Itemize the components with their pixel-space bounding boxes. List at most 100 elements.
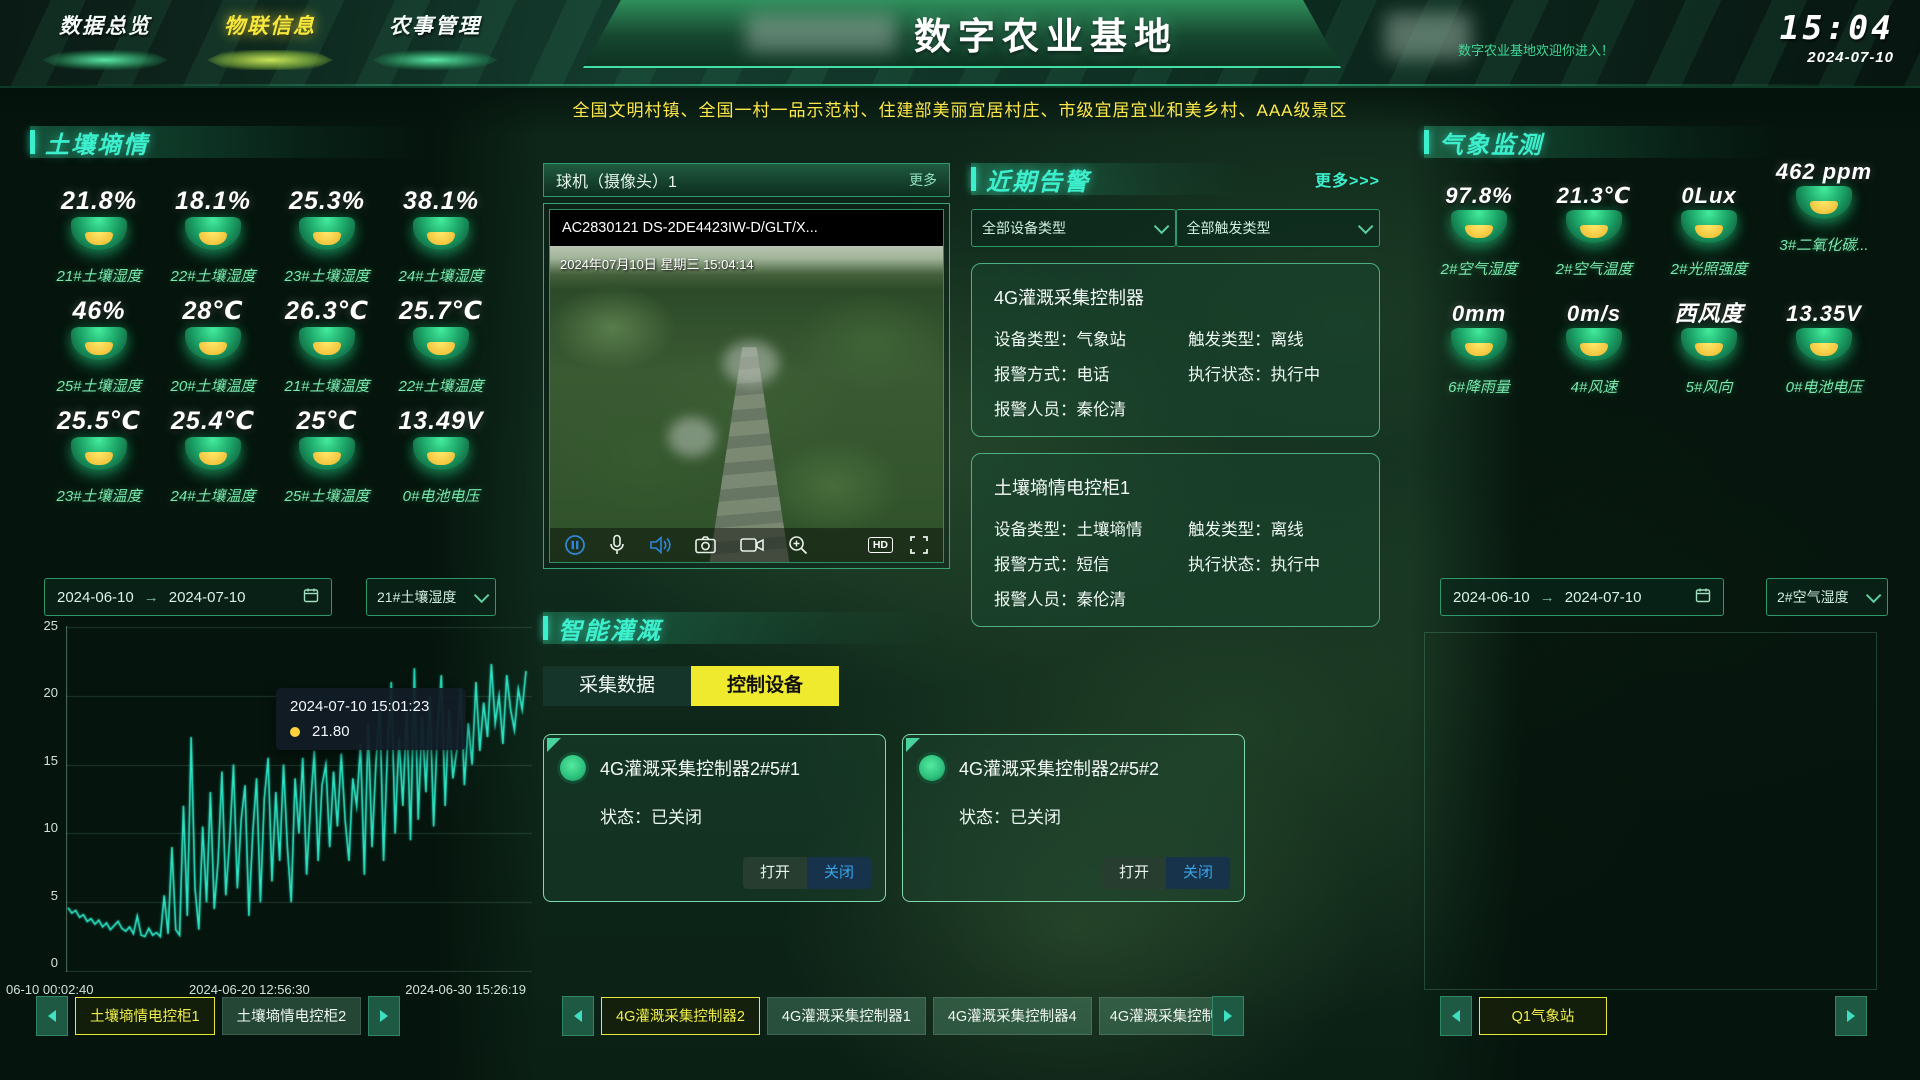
nav-platform-glow-icon [42,50,168,70]
weather-metric: 0mm6#降雨量 [1424,302,1534,397]
carousel-item[interactable]: 土壤墒情电控柜1 [75,997,215,1035]
weather-metrics-grid: 97.8%2#空气湿度 21.3℃2#空气温度 0Lux2#光照强度 462 p… [1424,174,1877,459]
carousel-item[interactable]: 4G灌溉采集控制器4 [933,997,1092,1035]
weather-metric: 21.3℃2#空气温度 [1539,184,1649,279]
microphone-icon[interactable] [608,534,626,556]
chevron-down-icon [474,587,490,603]
tab-collect-data[interactable]: 采集数据 [543,666,691,706]
snapshot-camera-icon[interactable] [694,534,717,556]
nav-tab-data-overview[interactable]: 数据总览 [30,10,180,70]
camera-more-link[interactable]: 更多 [909,170,937,190]
selected-option: 21#土壤湿度 [377,587,456,607]
irrigation-device-carousel: 4G灌溉采集控制器2 4G灌溉采集控制器1 4G灌溉采集控制器4 4G灌溉采集控… [562,996,1244,1036]
alerts-more-link[interactable]: 更多>>> [1315,167,1380,191]
range-arrow: → [144,589,159,606]
weather-chart-area [1424,632,1877,990]
pedestal-glow-icon [406,437,476,479]
pedestal-glow-icon [406,327,476,369]
soil-metric: 25℃25#土壤温度 [268,408,386,506]
clock-time: 15:04 [1780,8,1894,47]
pedestal-glow-icon [406,217,476,259]
camera-title: 球机（摄像头）1 [556,168,677,192]
pedestal-glow-icon [64,217,134,259]
open-button[interactable]: 打开 [1102,857,1166,889]
prev-arrow-button[interactable] [1440,996,1472,1036]
next-arrow-button[interactable] [1835,996,1867,1036]
status-dot-icon [919,755,945,781]
soil-metric: 25.5℃23#土壤温度 [40,408,158,506]
nav-tab-farm-management[interactable]: 农事管理 [360,10,510,70]
close-button[interactable]: 关闭 [1166,857,1230,889]
close-button[interactable]: 关闭 [807,857,871,889]
speaker-icon[interactable] [648,534,672,556]
weather-metric-select[interactable]: 2#空气湿度 [1766,578,1888,616]
clock: 15:04 2024-07-10 [1780,8,1894,66]
dashboard-background: 数据总览 物联信息 农事管理 数字农业基地 数字农业基地欢迎你进入！ 15:04… [0,0,1920,1080]
pedestal-glow-icon [1674,210,1744,252]
carousel-item[interactable]: 4G灌溉采集控制器1 [767,997,926,1035]
chevron-down-icon [1866,587,1882,603]
redacted-site-name [746,14,896,52]
alert-card: 4G灌溉采集控制器 设备类型：气象站 触发类型：离线 报警方式：电话 执行状态：… [971,263,1380,437]
prev-arrow-button[interactable] [36,996,68,1036]
honors-banner: 全国文明村镇、全国一村一品示范村、住建部美丽宜居村庄、市级宜居宜业和美乡村、AA… [0,96,1920,121]
calendar-icon [1695,587,1711,607]
nav-label: 物联信息 [195,10,345,40]
blurred-region [668,417,716,457]
pedestal-glow-icon [292,327,362,369]
date-end: 2024-07-10 [1565,589,1642,606]
soil-metric: 18.1%22#土壤湿度 [154,188,272,286]
device-type-filter[interactable]: 全部设备类型 [971,209,1176,247]
soil-date-range-picker[interactable]: 2024-06-10 → 2024-07-10 [44,578,332,616]
soil-metric: 38.1%24#土壤湿度 [382,188,500,286]
trigger-type-filter[interactable]: 全部触发类型 [1176,209,1381,247]
alert-field: 设备类型：气象站 [994,326,1188,350]
carousel-item[interactable]: 4G灌溉采集控制 [1099,997,1217,1035]
weather-date-range-picker[interactable]: 2024-06-10 → 2024-07-10 [1440,578,1724,616]
camera-device-label: AC2830121 DS-2DE4423IW-D/GLT/X... [550,210,943,246]
status-dot-icon [560,755,586,781]
pause-icon[interactable] [564,534,586,556]
next-arrow-button[interactable] [1212,996,1244,1036]
carousel-item[interactable]: 土壤墒情电控柜2 [222,997,362,1035]
selected-option: 2#空气湿度 [1777,587,1849,607]
tab-control-devices[interactable]: 控制设备 [691,666,839,706]
next-arrow-button[interactable] [368,996,400,1036]
title-banner: 数字农业基地 [583,0,1341,68]
carousel-item[interactable]: Q1气象站 [1479,997,1607,1035]
chart-y-axis: 2520 1510 50 [30,618,58,970]
soil-metric-select[interactable]: 21#土壤湿度 [366,578,496,616]
alerts-panel-title: 近期告警 [971,163,1315,195]
bottom-carousel-row: 土壤墒情电控柜1 土壤墒情电控柜2 4G灌溉采集控制器2 4G灌溉采集控制器1 … [0,996,1920,1034]
open-button[interactable]: 打开 [743,857,807,889]
alert-field: 报警方式：短信 [994,551,1188,575]
pedestal-glow-icon [178,327,248,369]
carousel-item[interactable]: 4G灌溉采集控制器2 [601,997,760,1035]
fullscreen-icon[interactable] [909,535,929,555]
pedestal-glow-icon [1674,328,1744,370]
video-control-bar: HD [550,528,943,562]
hd-badge[interactable]: HD [868,537,893,553]
soil-chart-canvas[interactable] [66,626,532,972]
video-feed: 2024年07月10日 星期三 15:04:14 HD [550,246,943,562]
zoom-in-icon[interactable] [787,534,809,556]
soil-metric: 46%25#土壤湿度 [40,298,158,396]
pedestal-glow-icon [64,327,134,369]
alert-field: 报警人员：秦伦清 [994,586,1188,610]
video-timestamp-overlay: 2024年07月10日 星期三 15:04:14 [560,254,754,273]
prev-arrow-button[interactable] [562,996,594,1036]
device-status: 状态：已关闭 [600,803,869,828]
alert-field: 触发类型：离线 [1188,326,1357,350]
nav-tab-iot-info[interactable]: 物联信息 [195,10,345,70]
chevron-down-icon [1358,218,1374,234]
pedestal-glow-icon [64,437,134,479]
soil-moisture-panel: 土壤墒情 21.8%21#土壤湿度 18.1%22#土壤湿度 25.3%23#土… [30,126,530,506]
soil-panel-title: 土壤墒情 [30,126,530,158]
pedestal-glow-icon [1789,328,1859,370]
alert-card: 土壤墒情电控柜1 设备类型：土壤墒情 触发类型：离线 报警方式：短信 执行状态：… [971,453,1380,627]
alert-field: 执行状态：执行中 [1188,361,1357,385]
record-video-icon[interactable] [739,534,765,556]
alert-field: 触发类型：离线 [1188,516,1357,540]
irrigation-device-card: 4G灌溉采集控制器2#5#2 状态：已关闭 打开 关闭 [902,734,1245,902]
pedestal-glow-icon [292,437,362,479]
